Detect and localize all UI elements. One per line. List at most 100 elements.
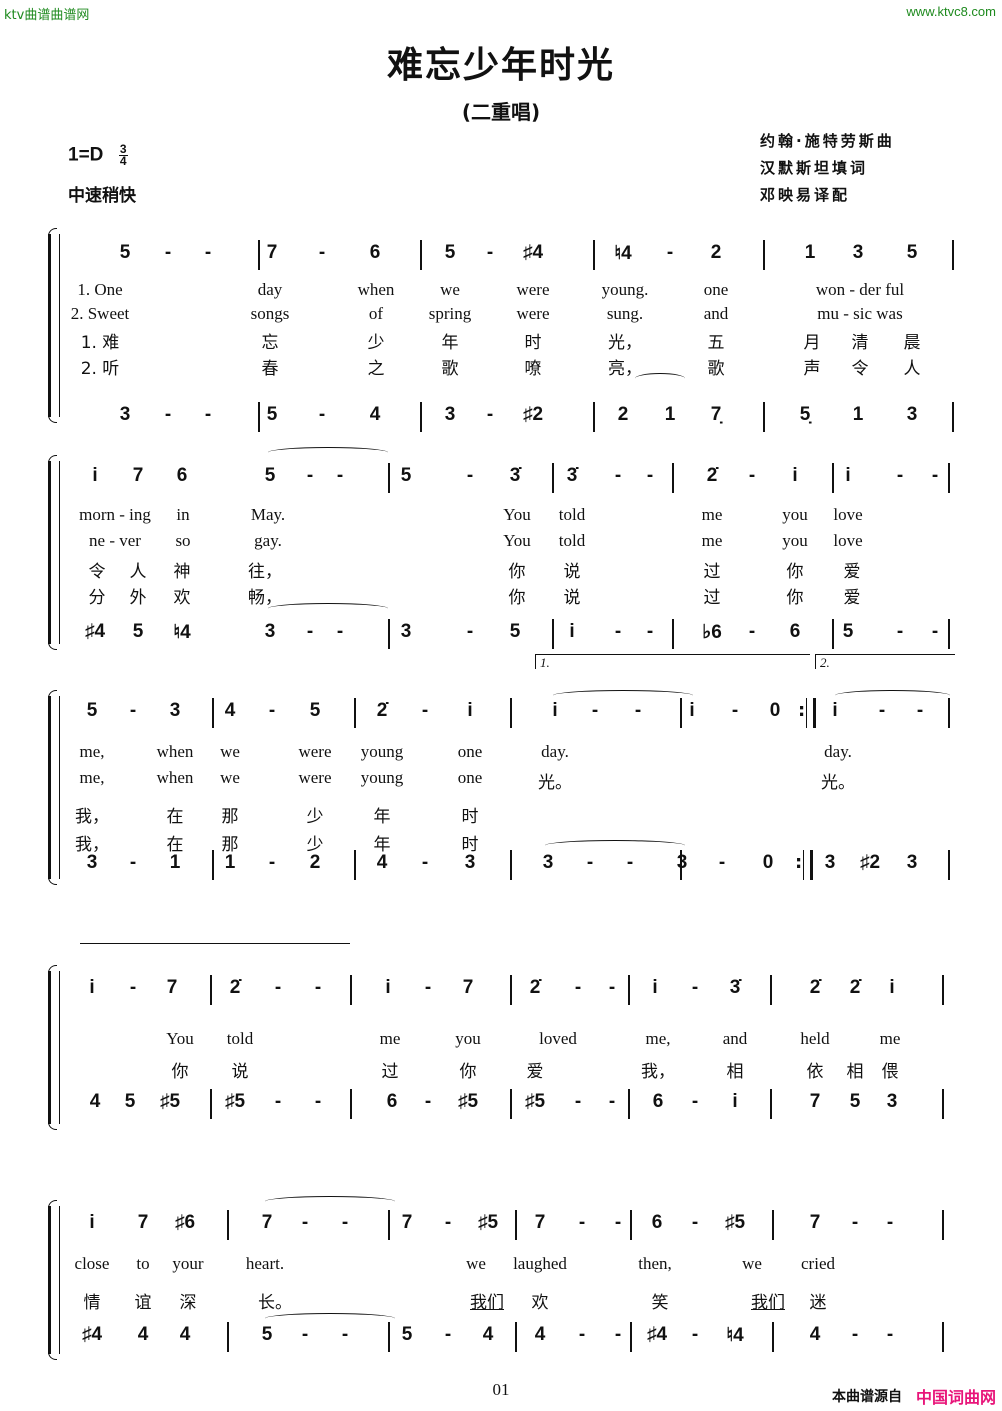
chinese-lyric-verse1: 长。 [258, 1293, 292, 1313]
lower-voice-note: - [718, 852, 726, 873]
lower-voice-note: 1 [852, 404, 864, 425]
song-subtitle: (二重唱) [461, 100, 541, 124]
lower-voice-note: ♯5 [159, 1091, 181, 1112]
chinese-lyric-verse1: 依 [806, 1062, 824, 1082]
upper-voice-note: - [129, 977, 137, 998]
upper-voice-note: - [578, 1212, 586, 1233]
english-lyric-verse2: young [360, 768, 404, 787]
barline [948, 463, 950, 493]
english-lyric-verse1: me [701, 505, 723, 524]
chinese-lyric-verse1: 月 [803, 333, 821, 353]
lower-voice-note: ♯5 [224, 1091, 246, 1112]
upper-voice-note: 5 [309, 700, 321, 721]
volta-bracket-2: 2. [815, 654, 955, 670]
english-lyric-verse1: then, [638, 1254, 672, 1273]
upper-voice-note: - [666, 242, 674, 263]
lower-voice-note: 6 [789, 621, 801, 642]
english-lyric-verse1: loved [539, 1029, 577, 1048]
english-lyric-verse2: songs [250, 304, 290, 323]
system-brace [48, 228, 60, 423]
chinese-lyric-verse1: 欢 [531, 1293, 549, 1313]
source-label: 本曲谱源自 [832, 1389, 902, 1405]
chinese-lyric-verse1: 相 [726, 1062, 744, 1082]
english-lyric-verse2: ne - ver [89, 531, 141, 550]
lower-voice-note: - [896, 621, 904, 642]
lower-voice-note: - [574, 1091, 582, 1112]
english-lyric-verse2: we [220, 768, 240, 787]
chinese-lyric-verse1: 少 [306, 807, 324, 827]
lower-voice-note: 3 [542, 852, 554, 873]
lower-voice-note: ♭6 [702, 622, 722, 643]
barline [942, 975, 944, 1005]
lower-voice-note: i [569, 621, 575, 642]
upper-voice-note: 5 [444, 242, 456, 263]
upper-voice-note: - [896, 465, 904, 486]
chinese-lyric-verse2: 少 [306, 835, 324, 855]
chinese-lyric-verse1: 我， [641, 1062, 675, 1082]
upper-voice-note: - [314, 977, 322, 998]
barline [350, 1089, 352, 1119]
upper-voice-note: 3̇ [566, 465, 578, 486]
english-lyric-verse1: to [136, 1254, 150, 1273]
barline [354, 850, 356, 880]
translator-credit: 邓映易译配 [760, 186, 851, 204]
lower-voice-note: 5 [842, 621, 854, 642]
english-lyric-verse1: me [879, 1029, 901, 1048]
english-lyric-verse1: won - der ful [815, 280, 905, 299]
barline [210, 1089, 212, 1119]
upper-voice-note: ♯4 [522, 242, 544, 263]
english-lyric-verse2: me [701, 531, 723, 550]
lower-voice-note: ♯5 [457, 1091, 479, 1112]
lower-voice-note: 3 [86, 852, 98, 873]
upper-voice-note: 3̇ [729, 977, 741, 998]
upper-voice-note: 7 [401, 1212, 413, 1233]
upper-voice-note: i [467, 700, 473, 721]
english-lyric-verse2: 光。 [538, 773, 572, 792]
chinese-lyric-verse2: 我， [75, 835, 109, 855]
english-lyric-verse2: were [516, 304, 550, 323]
upper-voice-note: ♮4 [614, 243, 632, 264]
upper-voice-note: - [878, 700, 886, 721]
barline [948, 850, 950, 880]
lower-voice-note: 5 [124, 1091, 136, 1112]
english-lyric-verse1: me, [79, 742, 105, 761]
english-lyric-verse2: spring [428, 304, 472, 323]
upper-voice-note: - [851, 1212, 859, 1233]
english-lyric-verse2: and [703, 304, 729, 323]
upper-voice-note: - [336, 465, 344, 486]
tie-slur [635, 373, 685, 384]
lower-voice-note: 5 [132, 621, 144, 642]
upper-voice-note: - [318, 242, 326, 263]
upper-voice-note: 2̇ [229, 977, 241, 998]
lower-voice-note: - [851, 1324, 859, 1345]
english-lyric-verse2: when [156, 768, 194, 787]
chinese-lyric-verse2: 在 [166, 835, 184, 855]
upper-voice-note: - [731, 700, 739, 721]
chinese-lyric-verse1: 笑 [651, 1293, 669, 1313]
chinese-lyric-verse1: 神 [173, 562, 191, 582]
english-lyric-verse2: me, [79, 768, 105, 787]
score-system: i - 7 2̇ - - i - 7 2̇ - - i - 3̇ 2̇ 2̇ i 4 5 ♯5 ♯5 - - 6 - ♯5 ♯5 - - 6… [0, 943, 1002, 1130]
barline [510, 698, 512, 728]
lower-voice-note: 3 [906, 852, 918, 873]
lower-voice-note: - [748, 621, 756, 642]
lower-voice-note: 4 [809, 1324, 821, 1345]
english-lyric-verse1: held [800, 1029, 830, 1048]
english-lyric-verse1: we [742, 1254, 762, 1273]
lower-voice-note: 4 [369, 404, 381, 425]
composer-credit: 约翰·施特劳斯曲 [760, 132, 895, 150]
english-lyric-verse2: You [503, 531, 531, 550]
chinese-lyric-verse1: 深 [179, 1293, 197, 1313]
barline [763, 240, 765, 270]
lower-voice-note: - [318, 404, 326, 425]
upper-voice-note: 7 [261, 1212, 273, 1233]
watermark-left: ktv曲谱曲谱网 [4, 8, 90, 23]
chinese-lyric-verse2: 你 [508, 588, 526, 608]
upper-voice-note: - [931, 465, 939, 486]
upper-voice-note: - [274, 977, 282, 998]
lower-voice-note: ♮4 [173, 622, 191, 643]
english-lyric-verse1: me [379, 1029, 401, 1048]
lower-voice-note: 4 [89, 1091, 101, 1112]
tie-slur [268, 447, 388, 458]
english-lyric-verse2: you [782, 531, 808, 550]
